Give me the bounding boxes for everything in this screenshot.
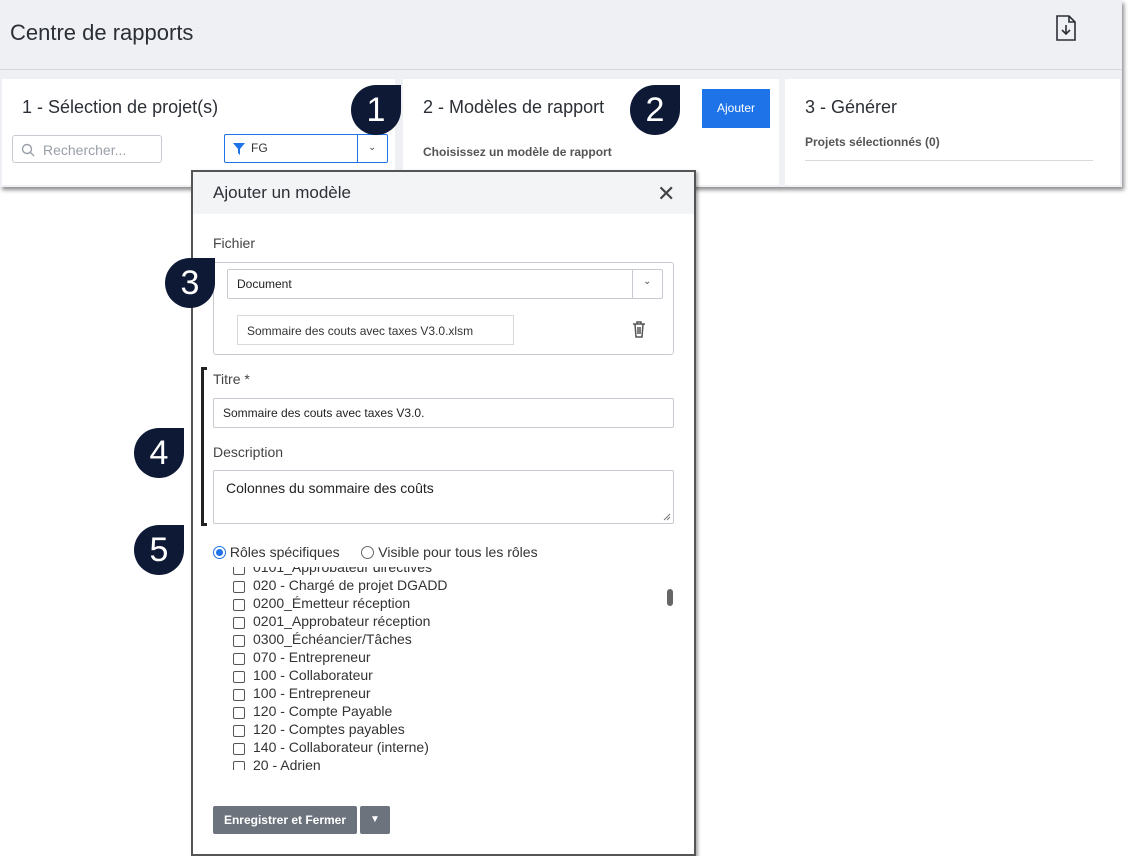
chevron-down-icon[interactable]: ⌄: [368, 142, 376, 153]
description-label: Description: [213, 444, 284, 460]
search-icon: [21, 143, 35, 157]
modal-title: Ajouter un modèle: [213, 183, 351, 202]
save-and-close-button[interactable]: Enregistrer et Fermer: [213, 806, 357, 834]
role-checkbox[interactable]: [233, 707, 245, 719]
list-item[interactable]: 020 - Chargé de projet DGADD: [233, 577, 483, 595]
search-placeholder: Rechercher...: [43, 142, 127, 158]
generate-title: 3 - Générer: [805, 97, 898, 117]
role-checkbox[interactable]: [233, 567, 245, 575]
page-title: Centre de rapports: [10, 20, 194, 45]
report-center-header-area: Centre de rapports 1 - Sélection de proj…: [0, 0, 1122, 187]
radio-specific-roles-label[interactable]: Rôles spécifiques: [230, 544, 340, 560]
file-section: Document ⌄ Sommaire des couts avec taxes…: [213, 262, 674, 355]
role-checkbox[interactable]: [233, 761, 245, 770]
project-filter-select[interactable]: FG ⌄: [224, 134, 388, 163]
uploaded-file-chip: Sommaire des couts avec taxes V3.0.xlsm: [237, 315, 514, 345]
filter-icon: [233, 143, 245, 155]
description-textarea[interactable]: Colonnes du sommaire des coûts: [213, 470, 674, 524]
chevron-down-icon[interactable]: ⌄: [643, 276, 651, 287]
list-item[interactable]: 070 - Entrepreneur: [233, 649, 483, 667]
roles-scrollbar-thumb[interactable]: [667, 589, 673, 606]
save-options-dropdown-button[interactable]: ▼: [360, 806, 390, 834]
radio-specific-roles[interactable]: [213, 546, 226, 559]
role-checkbox[interactable]: [233, 617, 245, 629]
title-input-value: Sommaire des couts avec taxes V3.0.: [223, 406, 425, 420]
role-checkbox[interactable]: [233, 635, 245, 647]
project-selection-title: 1 - Sélection de projet(s): [22, 97, 219, 117]
section-bracket: [201, 367, 207, 526]
callout-3: 3: [165, 258, 215, 308]
list-item[interactable]: 0300_Échéancier/Tâches: [233, 631, 483, 649]
list-item[interactable]: 0200_Émetteur réception: [233, 595, 483, 613]
project-search-input[interactable]: Rechercher...: [12, 135, 162, 163]
roles-list[interactable]: 0101_Approbateur directives 020 - Chargé…: [233, 567, 483, 770]
role-visibility-options: Rôles spécifiques Visible pour tous les …: [213, 544, 538, 562]
uploaded-file-name: Sommaire des couts avec taxes V3.0.xlsm: [247, 324, 474, 338]
role-checkbox[interactable]: [233, 671, 245, 683]
radio-all-roles[interactable]: [361, 546, 375, 559]
file-download-icon[interactable]: [1055, 15, 1077, 41]
list-item[interactable]: 120 - Compte Payable: [233, 703, 483, 721]
list-item[interactable]: 0101_Approbateur directives: [233, 567, 483, 577]
list-item[interactable]: 140 - Collaborateur (interne): [233, 739, 483, 757]
generate-card: 3 - Générer: [785, 79, 1120, 185]
role-checkbox[interactable]: [233, 743, 245, 755]
callout-1: 1: [351, 85, 401, 135]
list-item[interactable]: 100 - Collaborateur: [233, 667, 483, 685]
list-item[interactable]: 20 - Adrien: [233, 757, 483, 770]
role-checkbox[interactable]: [233, 689, 245, 701]
file-type-select[interactable]: Document ⌄: [227, 269, 663, 299]
modal-header: Ajouter un modèle ✕: [193, 172, 694, 214]
callout-5: 5: [134, 525, 184, 575]
generate-divider: [805, 160, 1093, 161]
file-type-value: Document: [237, 277, 292, 291]
callout-2: 2: [630, 85, 680, 135]
report-templates-title: 2 - Modèles de rapport: [423, 97, 605, 117]
report-templates-subtitle: Choisissez un modèle de rapport: [423, 145, 612, 159]
role-checkbox[interactable]: [233, 581, 245, 593]
list-item[interactable]: 0201_Approbateur réception: [233, 613, 483, 631]
header-divider: [0, 69, 1122, 70]
radio-all-roles-label[interactable]: Visible pour tous les rôles: [378, 544, 537, 560]
list-item[interactable]: 120 - Comptes payables: [233, 721, 483, 739]
list-item[interactable]: 100 - Entrepreneur: [233, 685, 483, 703]
description-value: Colonnes du sommaire des coûts: [226, 480, 434, 496]
trash-icon[interactable]: [630, 319, 648, 339]
title-label: Titre *: [213, 371, 250, 387]
close-icon[interactable]: ✕: [657, 181, 675, 207]
add-template-modal: Ajouter un modèle ✕ Fichier Document ⌄ S…: [191, 170, 696, 856]
resize-handle-icon[interactable]: [663, 513, 671, 521]
title-input[interactable]: Sommaire des couts avec taxes V3.0.: [213, 398, 674, 428]
role-checkbox[interactable]: [233, 599, 245, 611]
add-template-button[interactable]: Ajouter: [702, 89, 770, 128]
role-checkbox[interactable]: [233, 725, 245, 737]
selected-projects-count: Projets sélectionnés (0): [805, 135, 940, 149]
filter-value: FG: [251, 141, 268, 155]
role-checkbox[interactable]: [233, 653, 245, 665]
callout-4: 4: [134, 428, 184, 478]
file-label: Fichier: [213, 235, 256, 251]
